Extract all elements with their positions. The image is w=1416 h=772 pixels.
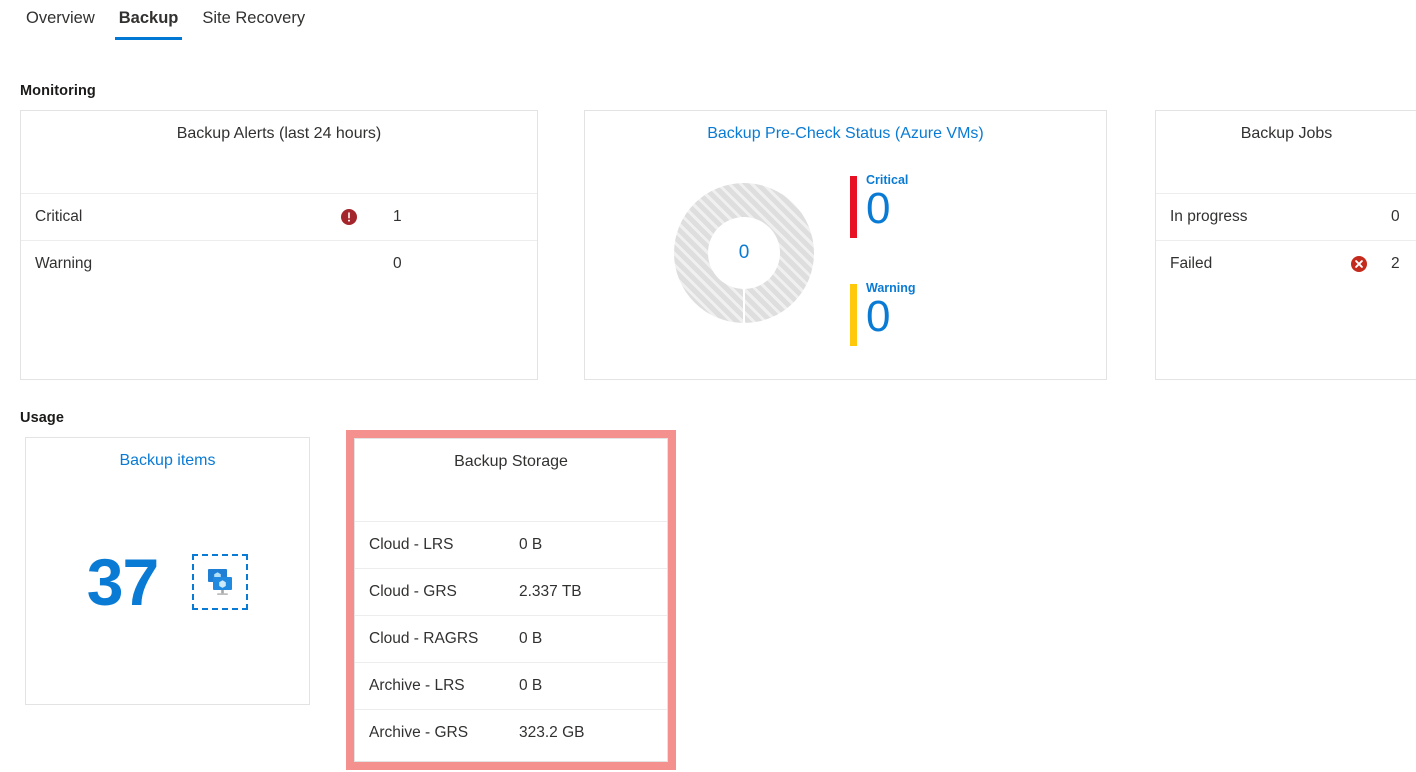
error-circle-icon (335, 209, 363, 225)
table-row[interactable]: Archive - LRS 0 B (355, 662, 667, 709)
table-row[interactable]: Failed 2 (1156, 240, 1416, 287)
monitoring-section-heading: Monitoring (20, 83, 96, 99)
backup-items-count: 37 (87, 549, 158, 615)
backup-storage-card-title: Backup Storage (355, 439, 667, 472)
precheck-donut-chart[interactable]: 0 (674, 183, 814, 323)
backup-items-card-title[interactable]: Backup items (26, 438, 309, 471)
alert-severity-label: Warning (21, 255, 335, 273)
storage-size-value: 0 B (519, 536, 659, 554)
backup-precheck-card[interactable]: Backup Pre-Check Status (Azure VMs) 0 Cr… (584, 110, 1107, 380)
backup-storage-card[interactable]: Backup Storage Cloud - LRS 0 B Cloud - G… (354, 438, 668, 762)
backup-items-body: 37 (26, 522, 309, 642)
usage-section-heading: Usage (20, 410, 64, 426)
table-row[interactable]: Cloud - LRS 0 B (355, 521, 667, 568)
legend-color-swatch-warning (850, 284, 857, 346)
table-row[interactable]: Cloud - RAGRS 0 B (355, 615, 667, 662)
alert-count-value: 0 (393, 255, 513, 273)
error-x-circle-icon (1345, 256, 1373, 272)
tab-site-recovery[interactable]: Site Recovery (190, 0, 317, 36)
storage-size-value: 2.337 TB (519, 583, 659, 601)
job-status-label: Failed (1156, 255, 1345, 273)
backup-items-card[interactable]: Backup items 37 (25, 437, 310, 705)
table-row[interactable]: Archive - GRS 323.2 GB (355, 709, 667, 756)
job-count-value: 0 (1391, 208, 1416, 226)
job-status-label: In progress (1156, 208, 1345, 226)
tab-overview-label: Overview (26, 9, 95, 28)
table-row[interactable]: Cloud - GRS 2.337 TB (355, 568, 667, 615)
storage-type-label: Cloud - GRS (355, 583, 519, 601)
backup-alerts-card[interactable]: Backup Alerts (last 24 hours) Critical 1… (20, 110, 538, 380)
table-row[interactable]: Warning 0 (21, 240, 537, 287)
storage-type-label: Archive - GRS (355, 724, 519, 742)
donut-center-value: 0 (708, 217, 780, 289)
backup-jobs-card[interactable]: Backup Jobs In progress 0 Failed 2 (1155, 110, 1416, 380)
backup-jobs-card-title: Backup Jobs (1156, 111, 1416, 144)
alert-count-value: 1 (393, 208, 513, 226)
tab-overview[interactable]: Overview (14, 0, 107, 36)
legend-value-warning: 0 (866, 292, 1070, 342)
backup-storage-rows: Cloud - LRS 0 B Cloud - GRS 2.337 TB Clo… (355, 521, 667, 756)
tab-backup[interactable]: Backup (107, 0, 191, 36)
storage-size-value: 323.2 GB (519, 724, 659, 742)
storage-size-value: 0 B (519, 630, 659, 648)
backup-jobs-rows: In progress 0 Failed 2 (1156, 193, 1416, 287)
table-row[interactable]: Critical 1 (21, 193, 537, 240)
legend-item-warning[interactable]: Warning 0 (850, 281, 1070, 359)
storage-type-label: Archive - LRS (355, 677, 519, 695)
backup-alerts-card-title: Backup Alerts (last 24 hours) (21, 111, 537, 144)
backup-alerts-rows: Critical 1 Warning 0 (21, 193, 537, 287)
alert-severity-label: Critical (21, 208, 335, 226)
precheck-legend: Critical 0 Warning 0 (850, 173, 1070, 380)
tab-backup-label: Backup (119, 9, 179, 28)
storage-type-label: Cloud - RAGRS (355, 630, 519, 648)
storage-size-value: 0 B (519, 677, 659, 695)
job-count-value: 2 (1391, 255, 1416, 273)
table-row[interactable]: In progress 0 (1156, 193, 1416, 240)
precheck-chart-area: 0 Critical 0 Warning 0 (585, 111, 1106, 379)
legend-color-swatch-critical (850, 176, 857, 238)
tab-site-recovery-label: Site Recovery (202, 9, 305, 28)
legend-value-critical: 0 (866, 184, 1070, 234)
storage-type-label: Cloud - LRS (355, 536, 519, 554)
azure-vm-icon[interactable] (192, 554, 248, 610)
donut-segment-divider (743, 288, 745, 323)
legend-item-critical[interactable]: Critical 0 (850, 173, 1070, 251)
tab-bar: Overview Backup Site Recovery (0, 0, 317, 40)
